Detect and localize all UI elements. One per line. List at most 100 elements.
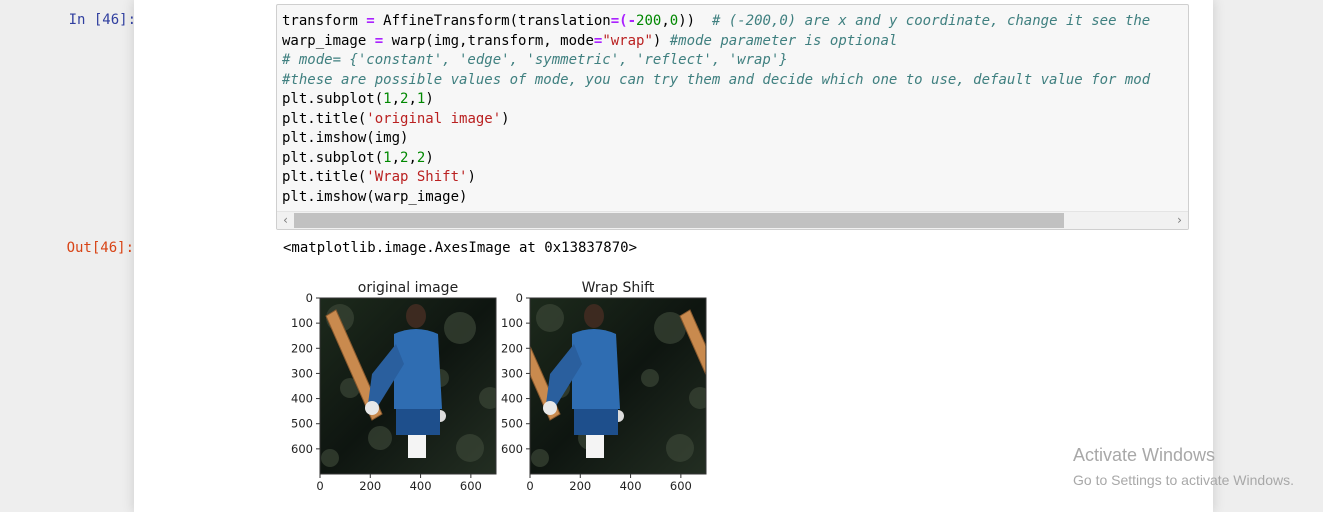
y-tick-label: 200 xyxy=(291,341,313,355)
code-token: 'original image' xyxy=(366,110,502,127)
code-token: , xyxy=(408,149,417,166)
code-token: ) xyxy=(425,91,434,107)
image-content xyxy=(320,298,496,474)
code-token: transform xyxy=(282,13,367,29)
scrollbar-thumb[interactable] xyxy=(294,213,1064,228)
code-line: plt.imshow(warp_image) xyxy=(282,188,1150,208)
code-token: , xyxy=(408,91,417,107)
code-token: = xyxy=(374,32,384,49)
chevron-left-icon[interactable]: ‹ xyxy=(277,212,294,229)
output-prompt: Out[46]: xyxy=(66,240,134,256)
code-token: "wrap" xyxy=(602,32,653,49)
y-tick-label: 0 xyxy=(516,291,523,305)
bokeh-blob xyxy=(479,387,496,409)
trouser-shape xyxy=(574,409,618,435)
code-token: 0 xyxy=(669,13,679,29)
y-tick-label: 0 xyxy=(306,291,313,305)
code-token: AffineTransform(translation xyxy=(374,13,611,29)
code-line: warp_image = warp(img,transform, mode="w… xyxy=(282,32,1150,52)
x-tick-label: 600 xyxy=(670,479,692,493)
bokeh-blob xyxy=(531,449,549,467)
glove-shape xyxy=(365,401,379,415)
y-tick-label: 400 xyxy=(291,392,313,406)
jersey-shape xyxy=(572,329,620,409)
code-line: transform = AffineTransform(translation=… xyxy=(282,12,1150,32)
subplot-title: Wrap Shift xyxy=(582,280,655,296)
code-token: , xyxy=(661,13,670,29)
matplotlib-figure: original image 0 200 400 600 0 100 200 300 400 500… xyxy=(291,280,720,493)
y-tick-label: 500 xyxy=(291,417,313,431)
bokeh-blob xyxy=(689,387,706,409)
subplot-title: original image xyxy=(358,280,458,296)
code-token: # mode= {'constant', 'edge', 'symmetric'… xyxy=(282,52,788,68)
code-token: , xyxy=(391,149,401,166)
code-token: warp_image xyxy=(282,32,375,49)
code-line: #these are possible values of mode, you … xyxy=(282,71,1150,91)
x-tick-label: 0 xyxy=(316,479,323,493)
head-shape xyxy=(584,304,604,328)
x-tick-label: 200 xyxy=(569,479,591,493)
code-token: 'Wrap Shift' xyxy=(366,169,468,185)
code-token: ) xyxy=(467,169,476,185)
code-token: , xyxy=(391,91,401,107)
y-tick-label: 500 xyxy=(501,417,523,431)
bokeh-blob xyxy=(368,426,392,450)
code-editor[interactable]: transform = AffineTransform(translation=… xyxy=(276,4,1189,230)
y-tick-label: 600 xyxy=(291,442,313,456)
code-token: 1 xyxy=(383,149,392,166)
code-token: ) xyxy=(652,32,670,49)
code-token: )) xyxy=(678,13,712,29)
code-line: plt.imshow(img) xyxy=(282,129,1150,149)
pad-shape xyxy=(586,432,604,458)
bokeh-blob xyxy=(444,312,476,344)
code-token: - xyxy=(627,13,637,29)
code-token: plt.imshow(img) xyxy=(282,130,409,146)
output-text: <matplotlib.image.AxesImage at 0x1383787… xyxy=(283,240,638,256)
subplot-1: original image 0 200 400 600 0 100 200 300 400 500… xyxy=(291,280,497,493)
x-tick-label: 200 xyxy=(359,479,381,493)
y-tick-label: 300 xyxy=(501,366,523,380)
y-tick-label: 100 xyxy=(291,316,313,330)
code-token: =( xyxy=(610,13,628,29)
code-token: #these are possible values of mode, you … xyxy=(282,71,1151,88)
x-tick-label: 400 xyxy=(410,479,432,493)
code-line: plt.subplot(1,2,1) xyxy=(282,90,1150,110)
image-content xyxy=(530,298,720,474)
x-tick-label: 600 xyxy=(460,479,482,493)
code-token: ) xyxy=(501,110,510,127)
code-token: ) xyxy=(425,149,434,166)
y-tick-label: 100 xyxy=(501,316,523,330)
y-tick-label: 300 xyxy=(291,366,313,380)
pad-shape xyxy=(408,432,426,458)
code-token: plt.title( xyxy=(282,110,367,127)
code-token: plt.subplot( xyxy=(282,91,384,107)
jersey-shape xyxy=(394,329,442,409)
watermark-title: Activate Windows xyxy=(1073,445,1216,465)
code-lines[interactable]: transform = AffineTransform(translation=… xyxy=(282,12,1150,207)
head-shape xyxy=(406,304,426,328)
code-line: plt.subplot(1,2,2) xyxy=(282,149,1150,169)
code-token: plt.subplot( xyxy=(282,149,384,166)
code-token: # (-200,0) are x and y coordinate, chang… xyxy=(711,13,1151,29)
chevron-right-icon[interactable]: › xyxy=(1171,212,1188,229)
bokeh-blob xyxy=(456,434,484,462)
activate-windows-watermark: Activate Windows Go to Settings to activ… xyxy=(1073,445,1294,488)
code-token: = xyxy=(366,13,375,29)
code-line: plt.title('original image') xyxy=(282,110,1150,130)
horizontal-scrollbar[interactable]: ‹ › xyxy=(277,211,1188,229)
x-tick-label: 0 xyxy=(526,479,533,493)
code-token: #mode parameter is optional xyxy=(669,32,898,49)
code-line: plt.title('Wrap Shift') xyxy=(282,168,1150,188)
input-prompt: In [46]: xyxy=(68,12,136,28)
code-token: 200 xyxy=(636,13,662,29)
x-tick-label: 400 xyxy=(620,479,642,493)
code-token: plt.imshow(warp_image) xyxy=(282,188,468,205)
code-token: warp(img,transform, mode xyxy=(383,32,594,49)
code-line: # mode= {'constant', 'edge', 'symmetric'… xyxy=(282,51,1150,71)
y-tick-label: 200 xyxy=(501,341,523,355)
bokeh-blob xyxy=(536,304,564,332)
glove-shape xyxy=(719,401,720,415)
bokeh-blob xyxy=(641,369,659,387)
code-token: 1 xyxy=(383,91,392,107)
watermark-subtitle: Go to Settings to activate Windows. xyxy=(1073,472,1294,488)
